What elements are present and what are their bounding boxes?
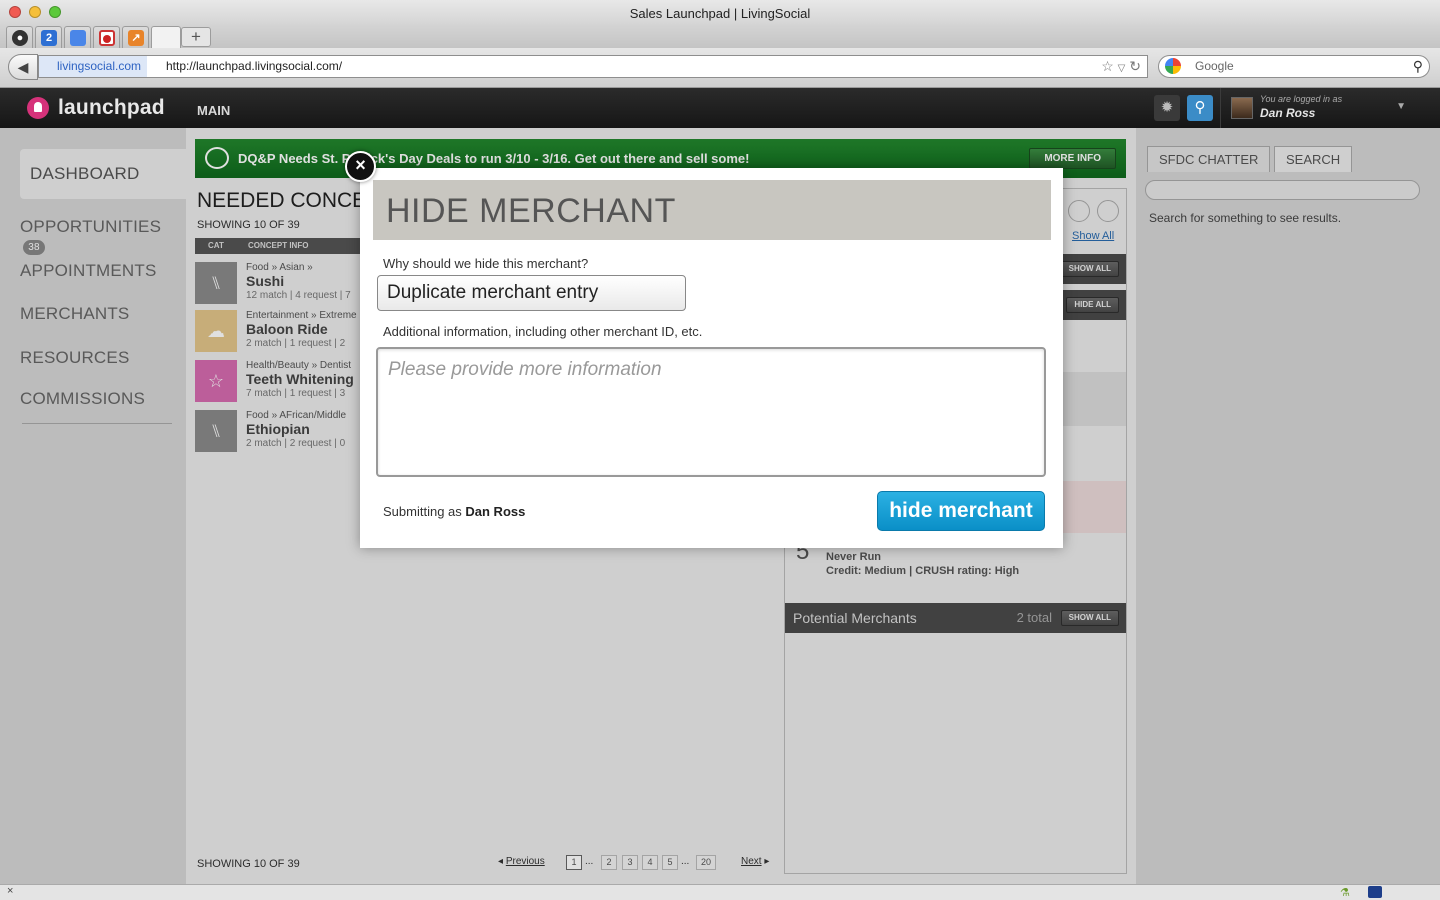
tab-docs[interactable] bbox=[64, 26, 91, 48]
modal-header: HIDE MERCHANT bbox=[373, 180, 1051, 240]
bookmark-star-icon[interactable]: ☆ bbox=[1101, 58, 1114, 74]
google-icon bbox=[1165, 58, 1181, 74]
back-button[interactable]: ◀ bbox=[8, 54, 38, 80]
reload-icon[interactable]: ↻ bbox=[1129, 58, 1141, 74]
hide-merchant-modal: HIDE MERCHANT Why should we hide this me… bbox=[360, 168, 1063, 548]
additional-info-label: Additional information, including other … bbox=[383, 324, 703, 339]
new-tab-button[interactable]: + bbox=[181, 27, 211, 47]
user-menu[interactable]: You are logged in as Dan Ross ▼ bbox=[1220, 88, 1440, 128]
document-icon bbox=[70, 30, 86, 46]
search-placeholder: Google bbox=[1195, 59, 1234, 73]
url-text: http://launchpad.livingsocial.com/ bbox=[166, 59, 343, 73]
submitting-prefix: Submitting as bbox=[383, 504, 462, 519]
tab-bar: ● 2 ↗ + bbox=[0, 24, 1440, 48]
window-title: Sales Launchpad | LivingSocial bbox=[629, 6, 811, 21]
modal-title: HIDE MERCHANT bbox=[386, 192, 676, 230]
bug-icon[interactable]: ✹ bbox=[1154, 95, 1180, 121]
chevron-down-icon[interactable]: ▼ bbox=[1396, 101, 1406, 112]
chart-icon: ↗ bbox=[128, 30, 144, 46]
launchpad-logo-icon bbox=[27, 97, 49, 119]
reason-label: Why should we hide this merchant? bbox=[383, 256, 589, 271]
history-dropdown-icon[interactable]: ▽ bbox=[1118, 63, 1126, 74]
additional-info-placeholder: Please provide more information bbox=[388, 359, 662, 380]
calendar-icon: 2 bbox=[41, 30, 57, 46]
status-bar: × ⚗ bbox=[0, 884, 1440, 900]
reason-select[interactable]: Duplicate merchant entry bbox=[377, 275, 686, 311]
tab-analytics[interactable]: ↗ bbox=[122, 26, 149, 48]
hide-merchant-button[interactable]: hide merchant bbox=[877, 491, 1045, 531]
url-host: livingsocial.com bbox=[39, 56, 148, 77]
tab-launchpad[interactable] bbox=[151, 26, 181, 48]
logged-in-user: Dan Ross bbox=[1260, 106, 1316, 120]
submitting-as: Submitting as Dan Ross bbox=[383, 504, 525, 519]
close-icon[interactable]: × bbox=[7, 885, 13, 897]
browser-navbar: ◀ livingsocial.com http://launchpad.livi… bbox=[0, 48, 1440, 88]
additional-info-textarea[interactable]: Please provide more information bbox=[376, 347, 1046, 477]
back-arrow-icon: ◀ bbox=[17, 59, 29, 75]
app-logo[interactable]: launchpad bbox=[58, 96, 165, 120]
tab-github[interactable]: ● bbox=[6, 26, 33, 48]
address-bar[interactable]: livingsocial.com http://launchpad.living… bbox=[38, 55, 1148, 78]
submitting-user: Dan Ross bbox=[465, 504, 526, 519]
zoom-window-button[interactable] bbox=[49, 6, 61, 18]
close-icon[interactable]: × bbox=[345, 151, 376, 182]
search-icon[interactable]: ⚲ bbox=[1187, 95, 1213, 121]
avatar bbox=[1231, 97, 1253, 119]
search-bar[interactable]: Google ⚲ bbox=[1158, 55, 1430, 78]
app-header: launchpad MAIN ✹ ⚲ You are logged in as … bbox=[0, 88, 1440, 128]
tab-record[interactable] bbox=[93, 26, 120, 48]
github-icon: ● bbox=[12, 30, 28, 46]
nav-main[interactable]: MAIN bbox=[197, 103, 230, 118]
close-window-button[interactable] bbox=[9, 6, 21, 18]
minimize-window-button[interactable] bbox=[29, 6, 41, 18]
reason-selected-value: Duplicate merchant entry bbox=[387, 282, 599, 303]
flag-icon[interactable] bbox=[1368, 886, 1382, 898]
record-icon bbox=[99, 30, 115, 46]
flask-icon[interactable]: ⚗ bbox=[1340, 886, 1350, 899]
search-icon[interactable]: ⚲ bbox=[1413, 56, 1423, 77]
logged-in-label: You are logged in as bbox=[1260, 94, 1343, 104]
tab-calendar[interactable]: 2 bbox=[35, 26, 62, 48]
